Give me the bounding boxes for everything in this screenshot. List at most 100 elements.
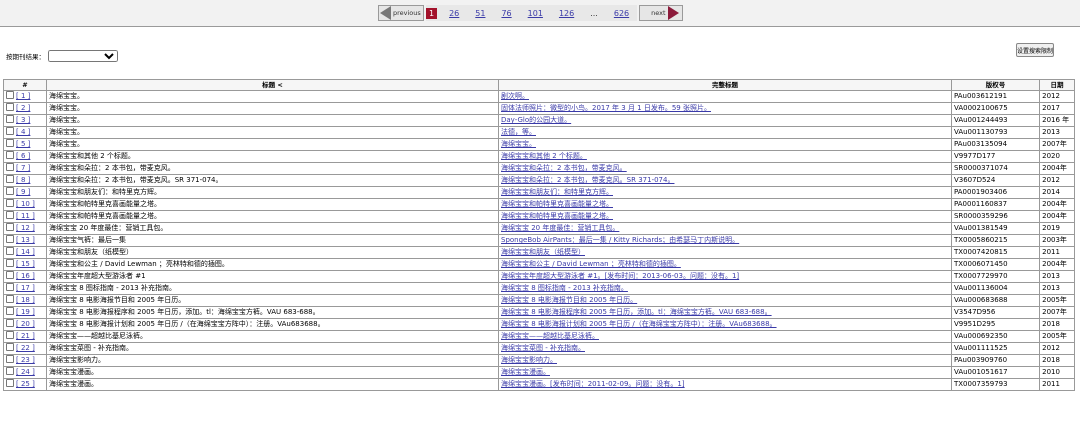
row-checkbox[interactable]	[6, 187, 14, 195]
col-header-full-title[interactable]: 完整标题	[498, 79, 952, 91]
full-title-link[interactable]: 法德，等。	[501, 128, 536, 136]
date-cell: 2004年	[1039, 162, 1075, 175]
row-checkbox[interactable]	[6, 247, 14, 255]
full-title-link[interactable]: 海绵宝宝影响力。	[501, 356, 557, 364]
row-number-link[interactable]: [ 20 ]	[16, 320, 35, 328]
row-number-link[interactable]: [ 11 ]	[16, 212, 35, 220]
row-number-link[interactable]: [ 15 ]	[16, 260, 35, 268]
row-number-link[interactable]: [ 22 ]	[16, 344, 35, 352]
title-cell: 海绵宝宝菜图 - 补充指南。	[46, 342, 499, 355]
row-number-link[interactable]: [ 12 ]	[16, 224, 35, 232]
row-number-link[interactable]: [ 17 ]	[16, 284, 35, 292]
full-title-link[interactable]: 海绵宝宝和帕特里克喜画能量之塔。	[501, 212, 613, 220]
row-number-link[interactable]: [ 9 ]	[16, 188, 30, 196]
row-checkbox[interactable]	[6, 379, 14, 387]
full-title-link[interactable]: 海绵宝宝 8 电影海报程序和 2005 年日历，添加。tl：海绵宝宝方裤。VAU…	[501, 308, 772, 316]
row-number-link[interactable]: [ 1 ]	[16, 92, 30, 100]
search-limits-button[interactable]: 设置搜索限制	[1016, 43, 1054, 57]
full-title-link[interactable]: 海绵宝宝——超越比基尼泳裤。	[501, 332, 599, 340]
page-link[interactable]: 51	[475, 9, 485, 18]
row-checkbox[interactable]	[6, 103, 14, 111]
full-title-link[interactable]: 海绵宝宝 8 电影海报节目和 2005 年日历。	[501, 296, 637, 304]
row-checkbox[interactable]	[6, 175, 14, 183]
row-number-link[interactable]: [ 13 ]	[16, 236, 35, 244]
next-button[interactable]: next	[639, 5, 684, 21]
row-checkbox[interactable]	[6, 223, 14, 231]
row-number-link[interactable]: [ 23 ]	[16, 356, 35, 364]
page-link-last[interactable]: 626	[614, 9, 629, 18]
row-number-link[interactable]: [ 10 ]	[16, 200, 35, 208]
full-title-link[interactable]: 海绵宝宝漫画。[发布时间：2011-02-09。问题：没有。1]	[501, 380, 685, 388]
row-number-link[interactable]: [ 19 ]	[16, 308, 35, 316]
reg-number-cell: TX0005860215	[950, 234, 1041, 247]
page-link[interactable]: 26	[449, 9, 459, 18]
full-title-link[interactable]: 海绵宝宝 8 图标指南 - 2013 补充指南。	[501, 284, 628, 292]
row-checkbox[interactable]	[6, 271, 14, 279]
row-number-link[interactable]: [ 18 ]	[16, 296, 35, 304]
title-cell: 海绵宝宝和帕特里克喜画能量之塔。	[46, 198, 499, 211]
full-title-link[interactable]: 海绵宝宝和朋友们：和特里克方辉。	[501, 188, 613, 196]
row-checkbox[interactable]	[6, 115, 14, 123]
full-title-link[interactable]: 海绵宝宝和朵拉：2 本书包，带麦克风。	[501, 164, 627, 172]
full-title-link[interactable]: 海绵宝宝漫画。	[501, 368, 550, 376]
row-checkbox[interactable]	[6, 91, 14, 99]
full-title-link[interactable]: 海绵宝宝和公主 / David Lewman ；亮林特和德的插图。	[501, 260, 681, 268]
row-checkbox[interactable]	[6, 367, 14, 375]
full-title-link[interactable]: 固体法师照片：微型的小鸟。2017 年 3 月 1 日发布。59 张照片。	[501, 104, 711, 112]
row-number-link[interactable]: [ 21 ]	[16, 332, 35, 340]
previous-button[interactable]: previous	[378, 5, 424, 21]
row-number-link[interactable]: [ 5 ]	[16, 140, 30, 148]
full-title-cell: 剧次啊。	[498, 90, 952, 103]
row-number-link[interactable]: [ 6 ]	[16, 152, 30, 160]
row-checkbox[interactable]	[6, 307, 14, 315]
row-number-cell: [ 18 ]	[2, 294, 48, 307]
full-title-link[interactable]: 海绵宝宝 20 年度最佳：营销工具包。	[501, 224, 619, 232]
row-checkbox[interactable]	[6, 127, 14, 135]
row-number-link[interactable]: [ 4 ]	[16, 128, 30, 136]
row-checkbox[interactable]	[6, 283, 14, 291]
row-number-link[interactable]: [ 2 ]	[16, 104, 30, 112]
row-checkbox[interactable]	[6, 235, 14, 243]
col-header-title[interactable]: 标题 <	[46, 79, 499, 91]
full-title-link[interactable]: SpongeBob AirPants：最后一集 / Kitty Richards…	[501, 236, 739, 244]
date-cell: 2013	[1039, 270, 1075, 283]
row-checkbox[interactable]	[6, 163, 14, 171]
page-link[interactable]: 101	[528, 9, 543, 18]
row-number-link[interactable]: [ 16 ]	[16, 272, 35, 280]
row-checkbox[interactable]	[6, 319, 14, 327]
row-checkbox[interactable]	[6, 211, 14, 219]
row-number-link[interactable]: [ 24 ]	[16, 368, 35, 376]
full-title-link[interactable]: 海绵宝宝和帕特里克喜画能量之塔。	[501, 200, 613, 208]
title-cell: 海绵宝宝影响力。	[46, 354, 499, 367]
page-link[interactable]: 126	[559, 9, 574, 18]
row-number-link[interactable]: [ 14 ]	[16, 248, 35, 256]
full-title-link[interactable]: 海绵宝宝和其他 2 个标题。	[501, 152, 587, 160]
full-title-link[interactable]: 海绵宝宝。	[501, 140, 536, 148]
full-title-link[interactable]: 海绵宝宝菜图 - 补充指南。	[501, 344, 585, 352]
row-checkbox[interactable]	[6, 343, 14, 351]
row-checkbox[interactable]	[6, 331, 14, 339]
date-cell: 2007年	[1039, 138, 1075, 151]
row-checkbox[interactable]	[6, 199, 14, 207]
row-checkbox[interactable]	[6, 151, 14, 159]
row-number-link[interactable]: [ 3 ]	[16, 116, 30, 124]
row-checkbox[interactable]	[6, 259, 14, 267]
full-title-link[interactable]: 海绵宝宝年度超大型游泳者 #1。[发布时间：2013-06-03。问题：没有。1…	[501, 272, 739, 280]
page-link[interactable]: 76	[501, 9, 511, 18]
row-number-link[interactable]: [ 7 ]	[16, 164, 30, 172]
title-cell: 海绵宝宝和帕特里克喜画能量之塔。	[46, 210, 499, 223]
full-title-link[interactable]: 海绵宝宝 8 电影海报计划和 2005 年日历 /（在海绵宝宝方阵中）：注册。V…	[501, 320, 777, 328]
col-header-reg-number[interactable]: 版权号	[950, 79, 1041, 91]
row-number-link[interactable]: [ 8 ]	[16, 176, 30, 184]
full-title-link[interactable]: Day-Glo的公园大道。	[501, 116, 571, 124]
full-title-link[interactable]: 海绵宝宝和朋友（纸模型）	[501, 248, 585, 256]
row-checkbox[interactable]	[6, 139, 14, 147]
full-title-link[interactable]: 剧次啊。	[501, 92, 529, 100]
filter-select[interactable]	[48, 50, 118, 62]
row-number-cell: [ 23 ]	[2, 354, 48, 367]
row-number-link[interactable]: [ 25 ]	[16, 380, 35, 388]
col-header-date[interactable]: 日期	[1039, 79, 1075, 91]
row-checkbox[interactable]	[6, 355, 14, 363]
row-checkbox[interactable]	[6, 295, 14, 303]
full-title-link[interactable]: 海绵宝宝和朵拉：2 本书包，带麦克风。SR 371-074。	[501, 176, 674, 184]
